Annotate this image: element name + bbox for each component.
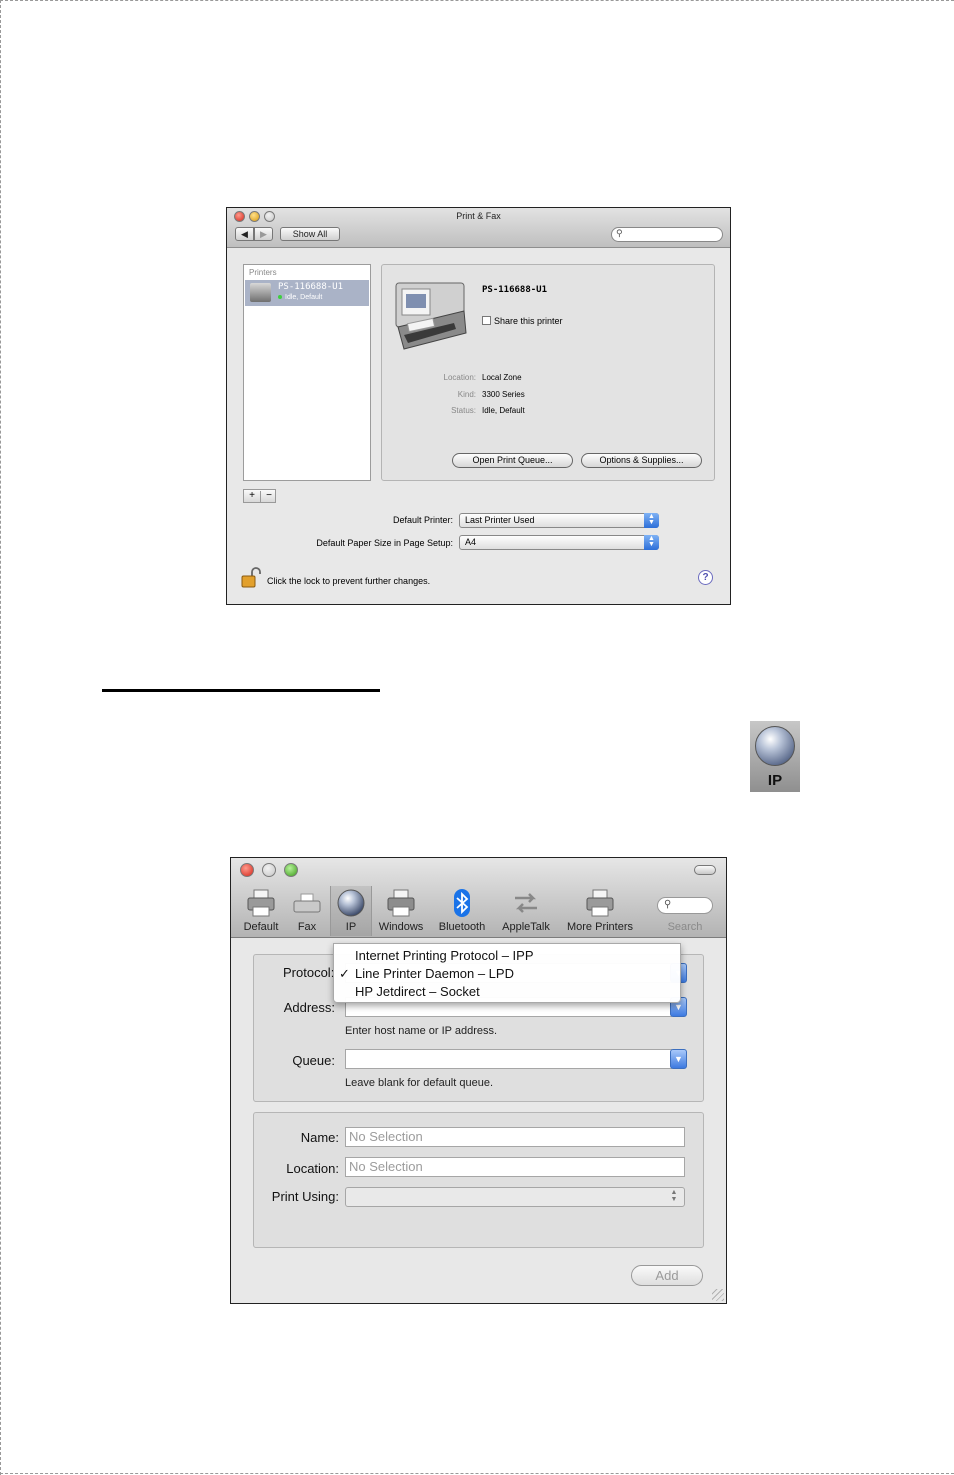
popup-arrows-icon: ▲ ▼ <box>644 535 659 550</box>
print-using-label: Print Using: <box>271 1189 339 1204</box>
popup-arrows-icon: ▲ ▼ <box>644 513 659 528</box>
checkmark-icon: ✓ <box>339 966 350 981</box>
print-fax-window: Print & Fax ◀ ▶ Show All ⚲ Printers PS-1… <box>226 207 731 605</box>
kind-label: Kind: <box>457 390 476 399</box>
back-button[interactable]: ◀ <box>235 227 254 241</box>
share-printer-checkbox[interactable]: Share this printer <box>482 316 563 326</box>
search-label-item: Search <box>657 886 713 936</box>
show-all-button[interactable]: Show All <box>280 227 340 241</box>
options-supplies-button[interactable]: Options & Supplies... <box>581 453 702 468</box>
printer-list-item[interactable]: PS-116688-U1 Idle, Default <box>245 280 369 306</box>
paper-size-value: A4 <box>465 537 477 547</box>
tab-fax[interactable]: Fax <box>287 886 327 936</box>
status-value: Idle, Default <box>482 406 525 415</box>
protocol-menu: Internet Printing Protocol – IPP ✓ Line … <box>333 943 681 1003</box>
section-underline <box>102 689 380 692</box>
queue-dropdown-arrow-icon[interactable]: ▼ <box>670 1049 687 1069</box>
add-printer-button[interactable]: + <box>244 490 260 502</box>
page-border-bottom <box>0 1473 954 1474</box>
printer-status: Idle, Default <box>278 294 322 301</box>
printer-icon <box>247 889 275 917</box>
default-printer-label: Default Printer: <box>392 515 453 525</box>
resize-grip-icon[interactable] <box>712 1289 724 1301</box>
menu-item-socket[interactable]: HP Jetdirect – Socket <box>334 983 680 1001</box>
globe-icon <box>337 889 365 917</box>
printer-detail-panel: PS-116688-U1 Share this printer Location… <box>381 264 715 481</box>
status-dot-icon <box>278 295 282 299</box>
printer-thumbnail-icon <box>250 283 271 302</box>
close-button[interactable] <box>240 863 254 877</box>
paper-size-label: Default Paper Size in Page Setup: <box>316 538 453 548</box>
help-button[interactable]: ? <box>698 570 713 585</box>
forward-button[interactable]: ▶ <box>254 227 273 241</box>
tab-appletalk[interactable]: AppleTalk <box>497 886 555 936</box>
search-label: Search <box>667 921 703 933</box>
minimize-button[interactable] <box>262 863 276 877</box>
lock-icon[interactable] <box>241 567 261 588</box>
open-print-queue-button[interactable]: Open Print Queue... <box>452 453 573 468</box>
menu-item-lpd[interactable]: ✓ Line Printer Daemon – LPD <box>334 965 680 983</box>
tab-windows[interactable]: Windows <box>374 886 428 936</box>
name-input[interactable]: No Selection <box>345 1127 685 1147</box>
printer-name: PS-116688-U1 <box>278 282 344 292</box>
windows-printer-icon <box>387 889 415 917</box>
stepper-arrows-icon: ▲ ▼ <box>670 1189 678 1203</box>
remove-printer-button[interactable]: − <box>261 490 277 502</box>
zoom-button[interactable] <box>284 863 298 877</box>
default-printer-select[interactable]: Last Printer Used ▲ ▼ <box>459 513 659 528</box>
ip-toolbar-icon: IP <box>750 721 800 792</box>
search-icon: ⚲ <box>616 228 623 238</box>
queue-input[interactable] <box>345 1049 672 1069</box>
window-title: Print & Fax <box>456 211 501 221</box>
queue-label: Queue: <box>292 1053 335 1068</box>
add-remove-control: + − <box>243 489 276 503</box>
bluetooth-icon <box>454 889 470 917</box>
page-border-left <box>0 0 1 1475</box>
ip-icon-label: IP <box>767 772 783 789</box>
printers-header: Printers <box>249 268 277 277</box>
paper-size-select[interactable]: A4 ▲ ▼ <box>459 535 659 550</box>
appletalk-icon <box>515 893 537 913</box>
add-button[interactable]: Add <box>631 1265 703 1286</box>
lock-message: Click the lock to prevent further change… <box>267 576 431 586</box>
kind-value: 3300 Series <box>482 390 525 399</box>
toolbar-toggle-button[interactable] <box>694 865 716 875</box>
page-border-top <box>0 0 954 1</box>
location-input[interactable]: No Selection <box>345 1157 685 1177</box>
print-using-select[interactable]: ▲ ▼ <box>345 1187 685 1207</box>
printer-icon <box>586 889 614 917</box>
location-value: Local Zone <box>482 373 522 382</box>
toolbar: Default Fax IP Windows Bluetooth AppleTa… <box>231 858 726 938</box>
titlebar: Print & Fax ◀ ▶ Show All ⚲ <box>227 208 730 248</box>
menu-item-ipp[interactable]: Internet Printing Protocol – IPP <box>334 947 680 965</box>
checkbox-box[interactable] <box>482 316 491 325</box>
fax-icon <box>293 893 321 913</box>
location-label: Location: <box>443 373 476 382</box>
detail-printer-name: PS-116688-U1 <box>482 285 548 295</box>
search-input[interactable]: ⚲ <box>611 227 723 242</box>
status-label: Status: <box>451 406 476 415</box>
tab-bluetooth[interactable]: Bluetooth <box>434 886 490 936</box>
globe-icon <box>755 726 795 766</box>
printer-icon <box>395 282 467 350</box>
queue-hint: Leave blank for default queue. <box>345 1077 494 1089</box>
protocol-label: Protocol: <box>283 965 335 980</box>
tab-default[interactable]: Default <box>237 886 285 936</box>
add-printer-window: Default Fax IP Windows Bluetooth AppleTa… <box>230 857 727 1304</box>
address-label: Address: <box>283 1000 335 1015</box>
printer-list[interactable]: Printers PS-116688-U1 Idle, Default <box>243 264 371 481</box>
name-label: Name: <box>300 1130 339 1145</box>
location-label: Location: <box>286 1161 339 1176</box>
tab-more-printers[interactable]: More Printers <box>561 886 639 936</box>
tab-ip[interactable]: IP <box>330 886 372 936</box>
default-printer-value: Last Printer Used <box>465 515 535 525</box>
address-hint: Enter host name or IP address. <box>345 1025 498 1037</box>
